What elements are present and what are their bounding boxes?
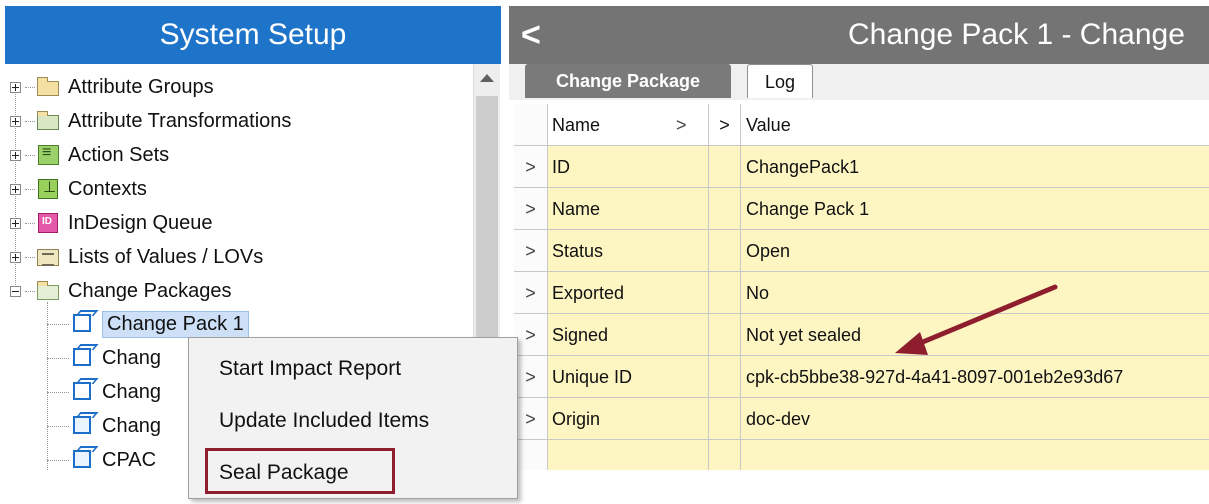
tree-item-label: Chang [102,414,161,437]
tree-item-cpac[interactable]: CPAC [47,443,156,470]
column-header-value[interactable]: Value [741,104,1209,145]
row-value[interactable]: Open [741,230,1209,271]
row-value[interactable]: doc-dev [741,398,1209,439]
tree-item-contexts[interactable]: Contexts [10,172,147,206]
collapse-icon[interactable] [10,285,21,297]
row-value[interactable]: Not yet sealed [741,314,1209,355]
column-header-name[interactable]: Name > [548,104,709,145]
action-set-icon [37,144,61,166]
tree-item-attribute-groups[interactable]: Attribute Groups [10,70,214,104]
table-row[interactable]: > Signed Not yet sealed [514,314,1209,356]
tree-item-label: InDesign Queue [68,211,213,234]
tree-item-change-packages[interactable]: Change Packages [10,274,231,308]
folder-icon [37,76,61,98]
row-name: Status [548,230,709,271]
tree-item-change-pack[interactable]: Chang [47,375,161,409]
row-name: Unique ID [548,356,709,397]
table-row [514,440,1209,470]
expand-icon[interactable] [10,183,21,195]
tree-item-indesign-queue[interactable]: InDesign Queue [10,206,213,240]
tree-item-lists-of-values[interactable]: Lists of Values / LOVs [10,240,263,274]
row-name: Origin [548,398,709,439]
change-pack-icon [71,415,95,437]
tree-item-label: Attribute Transformations [68,109,292,132]
row-value[interactable]: Change Pack 1 [741,188,1209,229]
table-row[interactable]: > Name Change Pack 1 [514,188,1209,230]
row-name: Exported [548,272,709,313]
expand-icon[interactable] [10,251,21,263]
row-value[interactable]: No [741,272,1209,313]
row-expand-marker[interactable]: > [514,356,548,397]
expand-icon[interactable] [10,115,21,127]
back-chevron-icon[interactable]: < [521,6,541,64]
tree-item-label: Lists of Values / LOVs [68,245,264,268]
row-expand-marker[interactable]: > [514,188,548,229]
system-setup-title: System Setup [5,6,501,64]
panel-header: < Change Pack 1 - Change [509,6,1209,64]
menu-item-start-impact-report[interactable]: Start Impact Report [219,357,401,381]
menu-item-update-included-items[interactable]: Update Included Items [219,409,429,433]
table-row[interactable]: > Unique ID cpk-cb5bbe38-927d-4a41-8097-… [514,356,1209,398]
indesign-icon [37,212,61,234]
row-expand-marker[interactable]: > [514,272,548,313]
change-pack-icon [71,313,95,335]
tree-item-action-sets[interactable]: Action Sets [10,138,169,172]
change-pack-icon [71,347,95,369]
row-name: Signed [548,314,709,355]
context-menu: Start Impact Report Update Included Item… [188,337,518,499]
tree-item-label: Contexts [68,177,147,200]
tree-item-label: Chang [102,380,161,403]
grid-header-row: Name > > Value [514,104,1209,146]
sort-marker: > [676,115,687,135]
seal-package-highlight-box [205,448,395,494]
folder-icon [37,280,61,302]
context-icon [37,178,61,200]
expand-icon[interactable] [10,149,21,161]
row-expand-marker[interactable]: > [514,314,548,355]
properties-grid: Name > > Value > ID ChangePack1 > Name C… [514,104,1209,470]
tree-item-label: Change Pack 1 [102,310,249,338]
change-pack-icon [71,449,95,470]
row-name: ID [548,146,709,187]
expand-icon[interactable] [10,81,21,93]
tree-item-label: Change Packages [68,279,232,302]
tree-item-attribute-transformations[interactable]: Attribute Transformations [10,104,291,138]
list-icon [37,246,61,268]
table-row[interactable]: > Origin doc-dev [514,398,1209,440]
panel-title: Change Pack 1 - Change [848,18,1185,51]
row-expand-marker[interactable]: > [514,398,548,439]
tree-item-change-pack[interactable]: Chang [47,409,161,443]
transformation-icon [37,110,61,132]
scroll-up-icon[interactable] [480,74,494,82]
row-expand-marker[interactable]: > [514,146,548,187]
tree-item-change-pack[interactable]: Chang [47,341,161,375]
tree-item-label: Action Sets [68,143,170,166]
tree-item-label: Chang [102,346,161,369]
row-name: Name [548,188,709,229]
table-row[interactable]: > Status Open [514,230,1209,272]
table-row[interactable]: > ID ChangePack1 [514,146,1209,188]
change-pack-icon [71,381,95,403]
tree-item-label: Attribute Groups [68,75,214,98]
tree-item-label: CPAC [102,448,157,471]
tab-bar: Change Package Log [509,64,1209,100]
row-value[interactable]: cpk-cb5bbe38-927d-4a41-8097-001eb2e93d67 [741,356,1209,397]
tree-item-change-pack-1[interactable]: Change Pack 1 [47,307,249,341]
tab-change-package[interactable]: Change Package [525,64,731,98]
change-pack-panel: < Change Pack 1 - Change Change Package … [507,0,1209,504]
row-expand-marker[interactable]: > [514,230,548,271]
table-row[interactable]: > Exported No [514,272,1209,314]
expand-icon[interactable] [10,217,21,229]
row-value[interactable]: ChangePack1 [741,146,1209,187]
column-sort-marker[interactable]: > [709,104,741,145]
tab-log[interactable]: Log [747,64,813,98]
